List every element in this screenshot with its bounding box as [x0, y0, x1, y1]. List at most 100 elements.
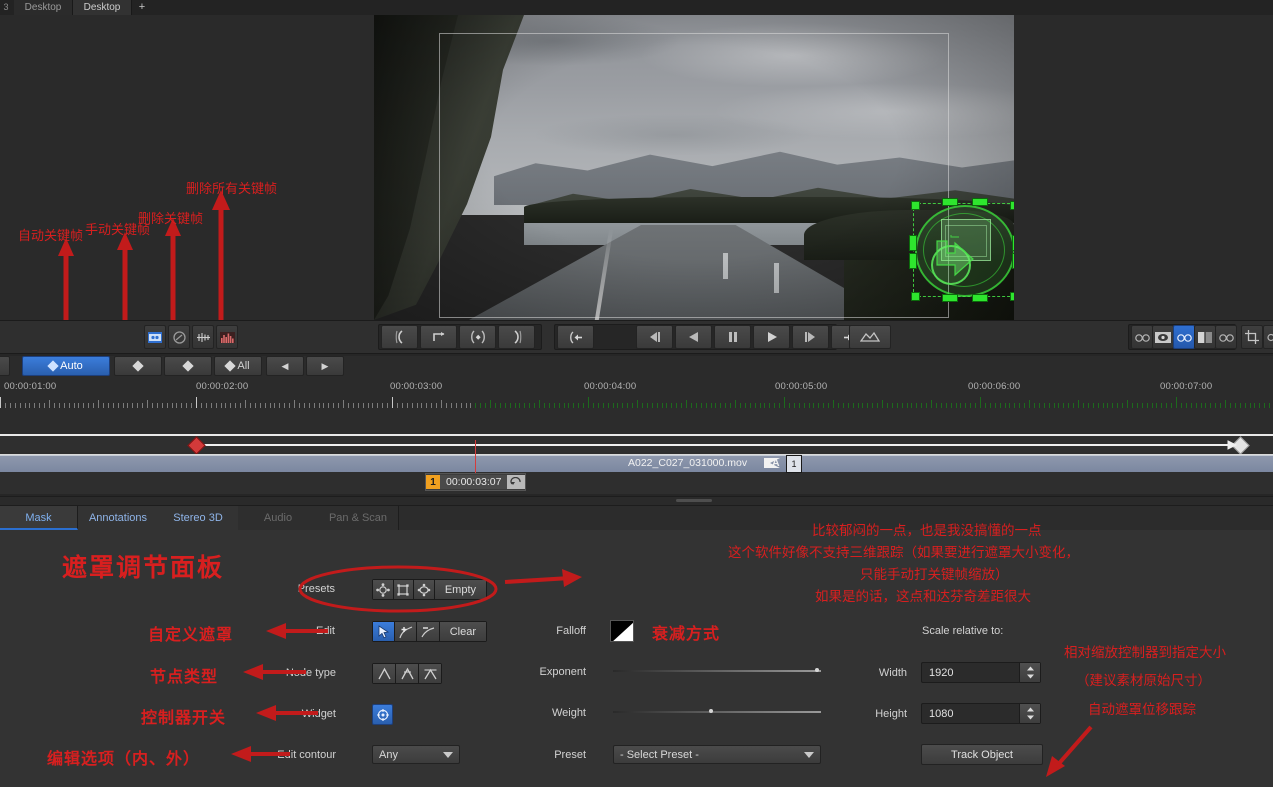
mask-handle-top2[interactable]: [972, 198, 988, 206]
pause-button[interactable]: [714, 325, 751, 349]
desktop-index: 3: [3, 2, 9, 12]
keyframe-toolbar: Auto All ◀ ▶: [0, 356, 1273, 380]
corner-node-icon[interactable]: [373, 664, 396, 683]
mask-handle-top[interactable]: [942, 198, 958, 206]
remove-point-icon[interactable]: [417, 622, 440, 641]
track-object-button[interactable]: Track Object: [921, 744, 1043, 765]
link-icon[interactable]: [1263, 325, 1273, 349]
mask-handle-right[interactable]: [1012, 235, 1014, 251]
tab-annotations[interactable]: Annotations: [78, 506, 159, 530]
circle-preset-icon[interactable]: [373, 580, 394, 599]
histogram-icon[interactable]: [216, 325, 238, 349]
mask-widget-overlay[interactable]: [907, 195, 1014, 305]
add-point-icon[interactable]: [395, 622, 418, 641]
mono-view-icon[interactable]: [1131, 325, 1153, 349]
play-reverse-button[interactable]: [675, 325, 712, 349]
mask-handle-br[interactable]: [1010, 292, 1014, 301]
widget-toggle-icon[interactable]: [372, 704, 393, 725]
timecode-loop-icon[interactable]: [507, 475, 526, 489]
bezier-node-icon[interactable]: [419, 664, 441, 683]
width-stepper[interactable]: [1019, 663, 1040, 682]
tab-stereo-3d[interactable]: Stereo 3D: [158, 506, 239, 530]
single-eye-icon[interactable]: [1152, 325, 1174, 349]
smooth-node-icon[interactable]: [396, 664, 419, 683]
scope-icon[interactable]: [168, 325, 190, 349]
annotation-custom-mask: 自定义遮罩: [148, 625, 234, 644]
anaglyph-icon[interactable]: [1215, 325, 1237, 349]
falloff-gradient: [611, 621, 633, 641]
mask-handle-tl[interactable]: [911, 201, 920, 210]
delete-all-keyframes-button[interactable]: All: [214, 356, 262, 376]
next-keyframe-button[interactable]: ▶: [306, 356, 344, 376]
diamond-icon: [132, 360, 144, 372]
mask-handle-right2[interactable]: [1012, 253, 1014, 269]
presets-empty-label[interactable]: Empty: [434, 580, 487, 599]
square-preset-icon[interactable]: [393, 580, 415, 599]
manual-keyframe-button[interactable]: [114, 356, 162, 376]
desktop-tab-2[interactable]: Desktop: [73, 0, 132, 15]
annotation-right-note-2: （建议素材原始尺寸）: [1076, 673, 1211, 689]
add-desktop-button[interactable]: +: [133, 1, 151, 14]
step-back-button[interactable]: [636, 325, 673, 349]
mask-handle-bl[interactable]: [911, 292, 920, 301]
mark-clip-button[interactable]: [459, 325, 496, 349]
chevron-down-icon: [804, 751, 814, 758]
mask-handle-left[interactable]: [909, 235, 917, 251]
arrow-select-icon[interactable]: [373, 622, 396, 641]
waveform-icon[interactable]: [192, 325, 214, 349]
annotation-right-note-3: 自动遮罩位移跟踪: [1088, 702, 1196, 718]
panel-splitter[interactable]: [0, 496, 1273, 506]
crop-icon[interactable]: [1241, 325, 1263, 349]
desktop-tab-1[interactable]: Desktop: [14, 0, 73, 15]
go-to-start-button[interactable]: [557, 325, 594, 349]
width-field[interactable]: 1920: [921, 662, 1041, 683]
kf-edge-button[interactable]: [0, 356, 10, 376]
delete-keyframe-button[interactable]: [164, 356, 212, 376]
preset-label: Preset: [554, 749, 586, 761]
mark-out-button[interactable]: [498, 325, 535, 349]
tab-mask[interactable]: Mask: [0, 506, 78, 530]
annotation-controller-switch: 控制器开关: [141, 708, 227, 727]
mask-handle-tr[interactable]: [1010, 201, 1014, 210]
audio-mix-button[interactable]: [849, 325, 891, 349]
prev-keyframe-button[interactable]: ◀: [266, 356, 304, 376]
timecode-display[interactable]: 1 00:00:03:07: [425, 473, 527, 491]
film-view-icon[interactable]: [144, 325, 166, 349]
timeline-ruler[interactable]: 00:00:01:00 00:00:02:00 00:00:03:00 00:0…: [0, 380, 1273, 408]
mask-handle-left2[interactable]: [909, 253, 917, 269]
edit-contour-select[interactable]: Any: [372, 745, 460, 764]
weight-slider[interactable]: [613, 705, 821, 719]
mask-handle-bottom[interactable]: [942, 294, 958, 302]
tab-pan-scan[interactable]: Pan & Scan: [318, 506, 399, 530]
falloff-swatch[interactable]: [610, 620, 634, 642]
auto-keyframe-button[interactable]: Auto: [22, 356, 110, 376]
height-field[interactable]: 1080: [921, 703, 1041, 724]
height-stepper[interactable]: [1019, 704, 1040, 723]
preset-select[interactable]: - Select Preset -: [613, 745, 821, 764]
exponent-slider[interactable]: [613, 664, 821, 678]
viewer-area: [0, 15, 1273, 320]
mark-in-button[interactable]: [381, 325, 418, 349]
tab-audio[interactable]: Audio: [238, 506, 319, 530]
application-window: 3 Desktop Desktop + Auto All ◀ ▶ 00:00:0…: [0, 0, 1273, 787]
mask-handle-bottom2[interactable]: [972, 294, 988, 302]
stereo-pair-icon[interactable]: [1173, 325, 1195, 349]
exponent-knob[interactable]: [814, 668, 819, 672]
weight-label: Weight: [551, 707, 586, 719]
edit-clear-button[interactable]: Clear: [439, 622, 486, 641]
weight-knob[interactable]: [708, 709, 713, 713]
track-row-1[interactable]: [0, 408, 1273, 434]
panel-tab-strip: Mask Annotations Stereo 3D Audio Pan & S…: [0, 506, 1273, 531]
widget-label: Widget: [301, 708, 336, 720]
side-by-side-icon[interactable]: [1194, 325, 1216, 349]
splitter-grip[interactable]: [676, 499, 712, 502]
clip-track-number: 1: [786, 455, 802, 473]
loop-range-button[interactable]: [420, 325, 457, 349]
step-forward-button[interactable]: [792, 325, 829, 349]
node-type-group: [372, 663, 442, 684]
falloff-label: Falloff: [556, 625, 586, 637]
video-canvas[interactable]: [374, 15, 1014, 320]
ellipse-preset-icon[interactable]: [414, 580, 435, 599]
ruler-label-7: 00:00:07:00: [1160, 381, 1213, 392]
play-forward-button[interactable]: [753, 325, 790, 349]
